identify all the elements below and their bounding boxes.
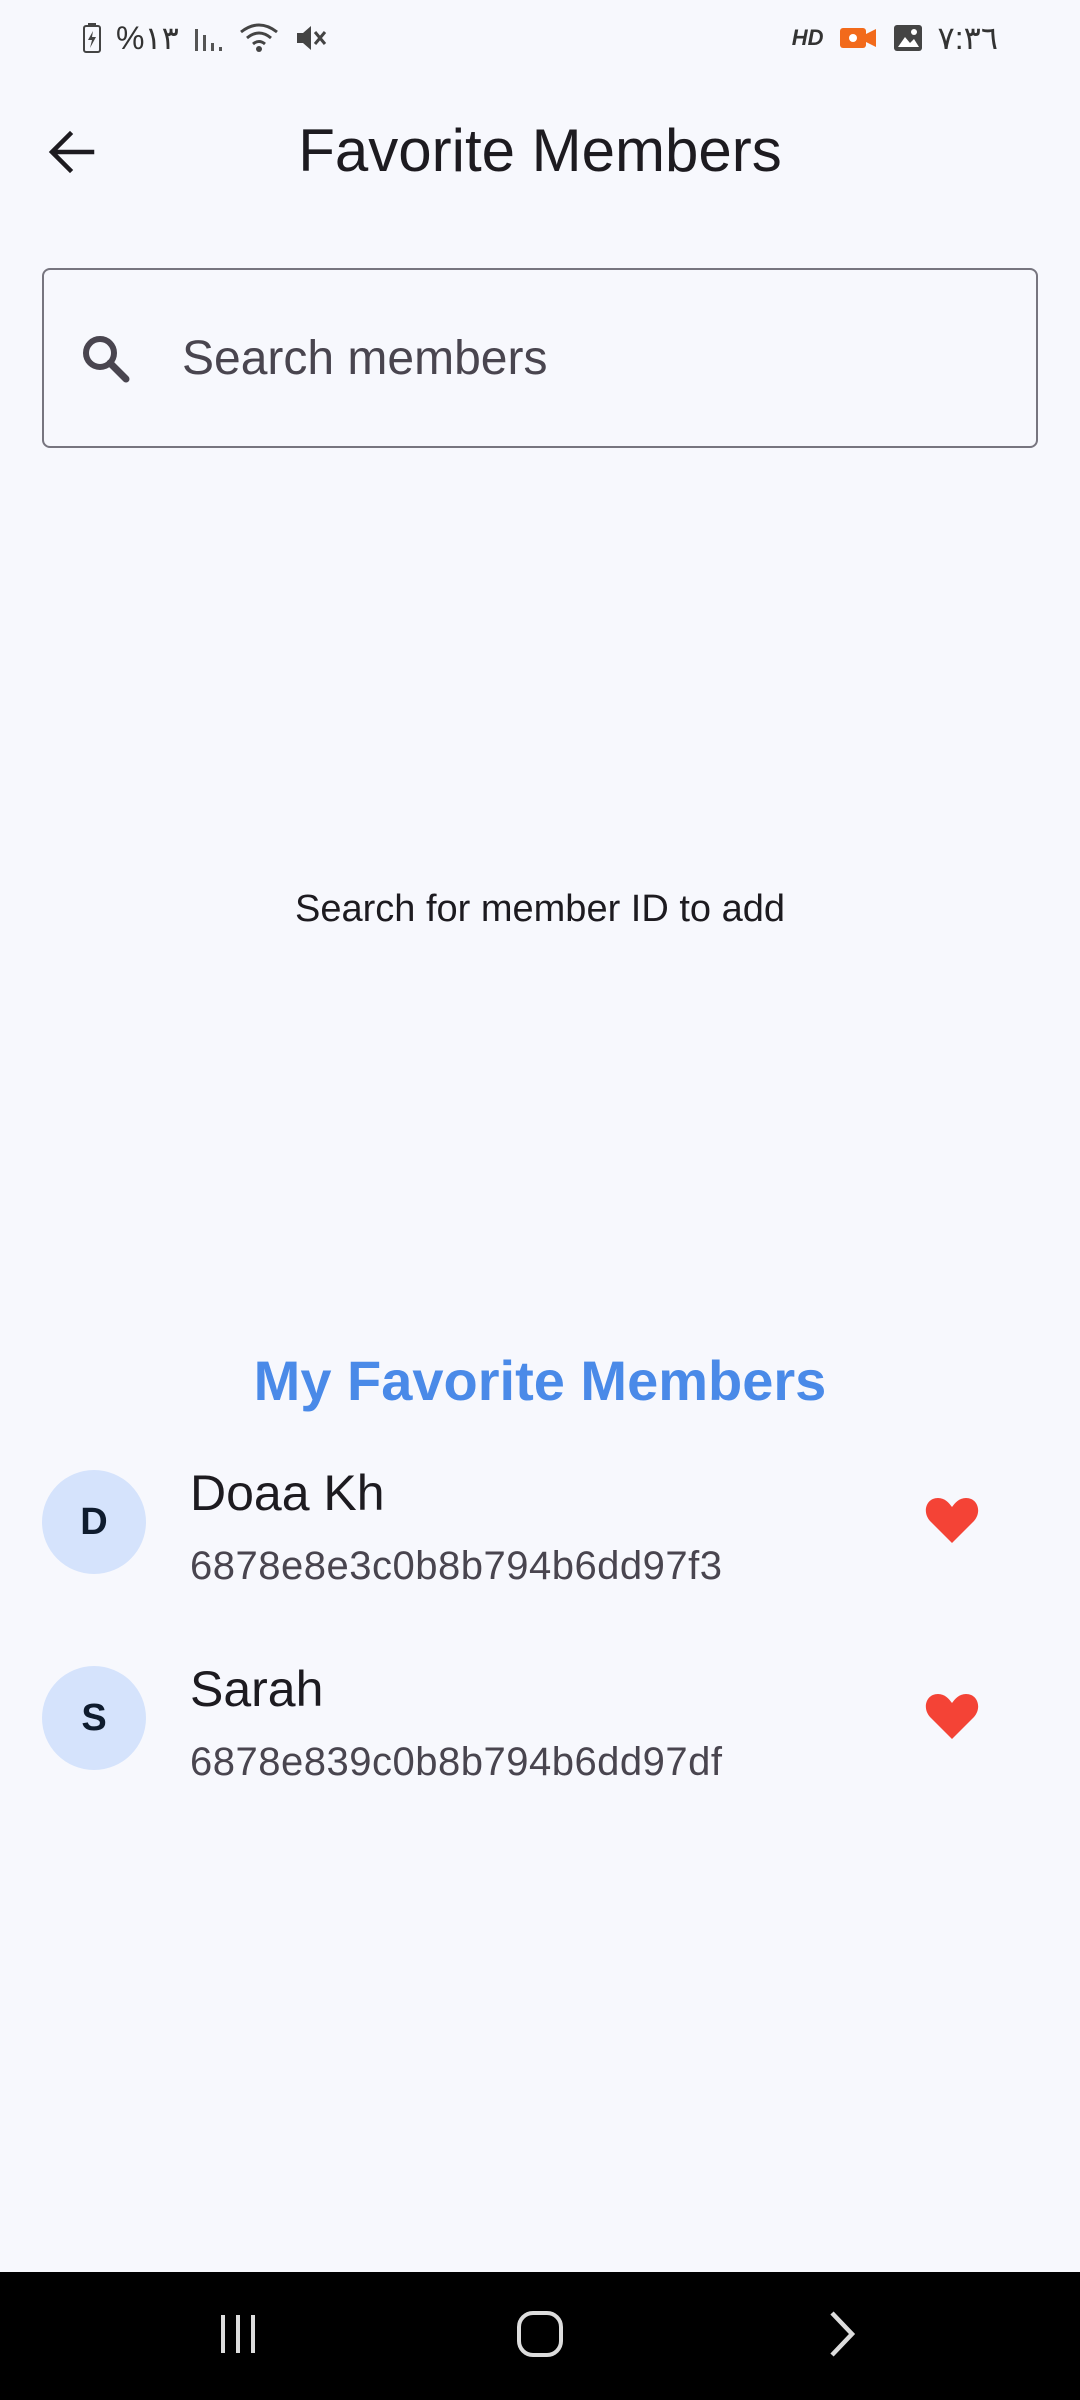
- page-title: Favorite Members: [298, 117, 782, 184]
- system-nav-bar: [0, 2272, 1080, 2400]
- status-bar: %١٣ HD ٧:٣٦: [0, 0, 1080, 76]
- image-icon: [892, 23, 924, 53]
- unfavorite-button[interactable]: [910, 1680, 994, 1756]
- battery-percent: %١٣: [116, 20, 179, 56]
- status-right: HD ٧:٣٦: [792, 19, 998, 57]
- avatar: D: [42, 1470, 146, 1574]
- member-name: Sarah: [190, 1661, 324, 1717]
- member-id: 6878e8e3c0b8b794b6dd97f3: [190, 1544, 723, 1588]
- heart-icon: [924, 1495, 980, 1550]
- home-icon: [515, 2309, 565, 2364]
- signal-icon: [193, 23, 225, 53]
- recent-apps-button[interactable]: [178, 2296, 298, 2376]
- search-icon: [80, 333, 164, 383]
- favorite-members-list: D Doaa Kh 6878e8e3c0b8b794b6dd97f3 S Sar…: [0, 1440, 1080, 1832]
- member-id: 6878e839c0b8b794b6dd97df: [190, 1740, 723, 1784]
- home-button[interactable]: [480, 2296, 600, 2376]
- search-field[interactable]: [42, 268, 1038, 448]
- clock: ٧:٣٦: [937, 20, 998, 56]
- nav-back-button[interactable]: [782, 2296, 902, 2376]
- wifi-icon: [239, 22, 279, 54]
- back-chevron-icon: [824, 2309, 860, 2364]
- avatar: S: [42, 1666, 146, 1770]
- battery-icon: [82, 22, 102, 54]
- unfavorite-button[interactable]: [910, 1484, 994, 1560]
- list-item[interactable]: D Doaa Kh 6878e8e3c0b8b794b6dd97f3: [0, 1440, 1080, 1636]
- empty-state-text: Search for member ID to add: [295, 888, 785, 930]
- list-item[interactable]: S Sarah 6878e839c0b8b794b6dd97df: [0, 1636, 1080, 1832]
- favorites-heading: My Favorite Members: [253, 1349, 827, 1412]
- heart-icon: [924, 1691, 980, 1746]
- video-record-icon: [838, 24, 878, 52]
- status-left: %١٣: [82, 19, 327, 57]
- recent-apps-icon: [215, 2311, 261, 2362]
- member-name: Doaa Kh: [190, 1465, 385, 1521]
- app-bar: Favorite Members: [0, 90, 1080, 214]
- search-input[interactable]: [180, 329, 984, 387]
- mute-icon: [293, 22, 327, 54]
- hd-badge: HD: [791, 25, 824, 50]
